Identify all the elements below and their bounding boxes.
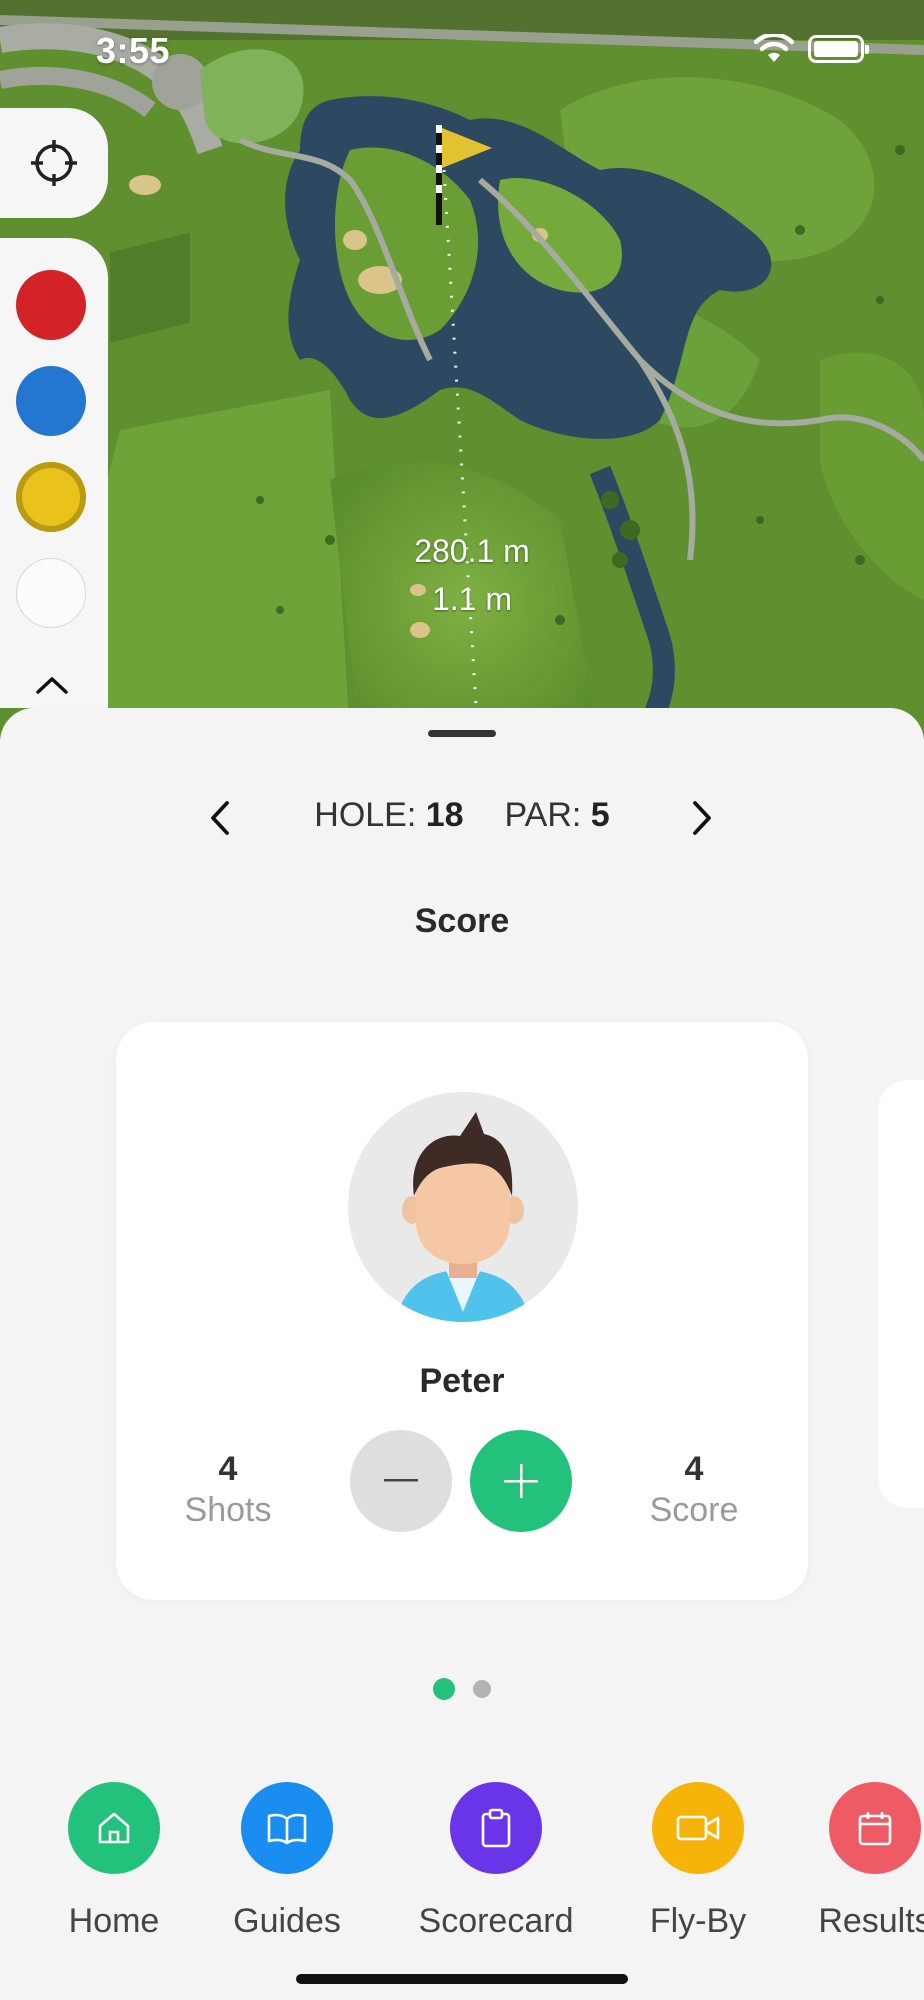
course-map-graphic xyxy=(0,0,924,740)
hole-label: HOLE: xyxy=(314,796,417,834)
wifi-icon xyxy=(754,34,794,62)
color-swatch-blue[interactable] xyxy=(16,366,86,436)
player-avatar-icon xyxy=(396,1112,530,1322)
distance-to-pin: 280.1 m xyxy=(414,533,530,569)
section-title: Score xyxy=(414,902,510,940)
tab-results[interactable]: Results xyxy=(800,1782,924,1941)
shots-label: Shots xyxy=(184,1491,272,1529)
increment-shots-button[interactable] xyxy=(470,1430,572,1532)
tab-fly-by[interactable]: Fly-By xyxy=(618,1782,778,1941)
tab-home-label: Home xyxy=(68,1902,160,1940)
color-swatch-white[interactable] xyxy=(16,558,86,628)
tab-scorecard[interactable]: Scorecard xyxy=(400,1782,592,1941)
tab-guides[interactable]: Guides xyxy=(212,1782,362,1941)
app-screen: 3:55 280.1 m 1.1 m HOLE: 18 PAR: 5 Score… xyxy=(0,0,924,2000)
battery-icon xyxy=(808,35,869,63)
hole-number: 18 xyxy=(425,796,464,834)
shots-stat: 4 Shots xyxy=(158,1450,298,1530)
player-score-card: Peter 4 Shots 4 Score xyxy=(116,1022,808,1600)
score-stat: 4 Score xyxy=(624,1450,764,1530)
tab-home[interactable]: Home xyxy=(54,1782,174,1941)
chevron-right-icon xyxy=(693,801,711,835)
next-hole-button[interactable] xyxy=(680,796,724,840)
status-icons xyxy=(754,34,869,64)
calendar-icon xyxy=(829,1782,921,1874)
decrement-shots-button[interactable] xyxy=(350,1430,452,1532)
bottom-tab-bar: Home Guides Scorecard Fly-By Results xyxy=(0,1782,924,1962)
color-picker-panel xyxy=(0,238,108,708)
tab-results-label: Results xyxy=(818,1902,924,1940)
plus-icon xyxy=(504,1464,538,1498)
tab-fly-by-label: Fly-By xyxy=(649,1902,747,1940)
page-dot-2[interactable] xyxy=(473,1680,491,1698)
player-name: Peter xyxy=(419,1362,505,1400)
par-value: 5 xyxy=(590,796,610,834)
book-icon xyxy=(241,1782,333,1874)
par-label: PAR: xyxy=(504,796,582,834)
score-label: Score xyxy=(649,1491,739,1529)
locate-button[interactable] xyxy=(0,108,108,218)
shots-value: 4 xyxy=(218,1450,238,1488)
color-swatch-yellow[interactable] xyxy=(16,462,86,532)
next-player-card-peek[interactable] xyxy=(878,1080,924,1508)
crosshair-icon xyxy=(31,140,77,186)
sheet-grabber[interactable] xyxy=(428,730,496,737)
home-indicator[interactable] xyxy=(296,1974,628,1984)
page-dot-1[interactable] xyxy=(433,1678,455,1700)
tab-scorecard-label: Scorecard xyxy=(418,1902,574,1940)
avatar xyxy=(348,1092,578,1322)
minus-icon xyxy=(384,1479,418,1482)
tab-guides-label: Guides xyxy=(233,1902,341,1940)
score-sheet: HOLE: 18 PAR: 5 Score Peter 4 Shots 4 Sc… xyxy=(0,708,924,2000)
course-map[interactable]: 3:55 280.1 m 1.1 m xyxy=(0,0,924,740)
score-value: 4 xyxy=(684,1450,704,1488)
status-time: 3:55 xyxy=(96,30,171,71)
home-icon xyxy=(68,1782,160,1874)
distance-secondary: 1.1 m xyxy=(431,581,513,617)
clipboard-icon xyxy=(450,1782,542,1874)
hole-navigator: HOLE: 18 PAR: 5 xyxy=(0,788,924,848)
pagination-dots xyxy=(0,1678,924,1700)
chevron-up-icon[interactable] xyxy=(34,674,70,696)
hole-par-label: HOLE: 18 PAR: 5 xyxy=(0,796,924,835)
video-camera-icon xyxy=(652,1782,744,1874)
color-swatch-red[interactable] xyxy=(16,270,86,340)
